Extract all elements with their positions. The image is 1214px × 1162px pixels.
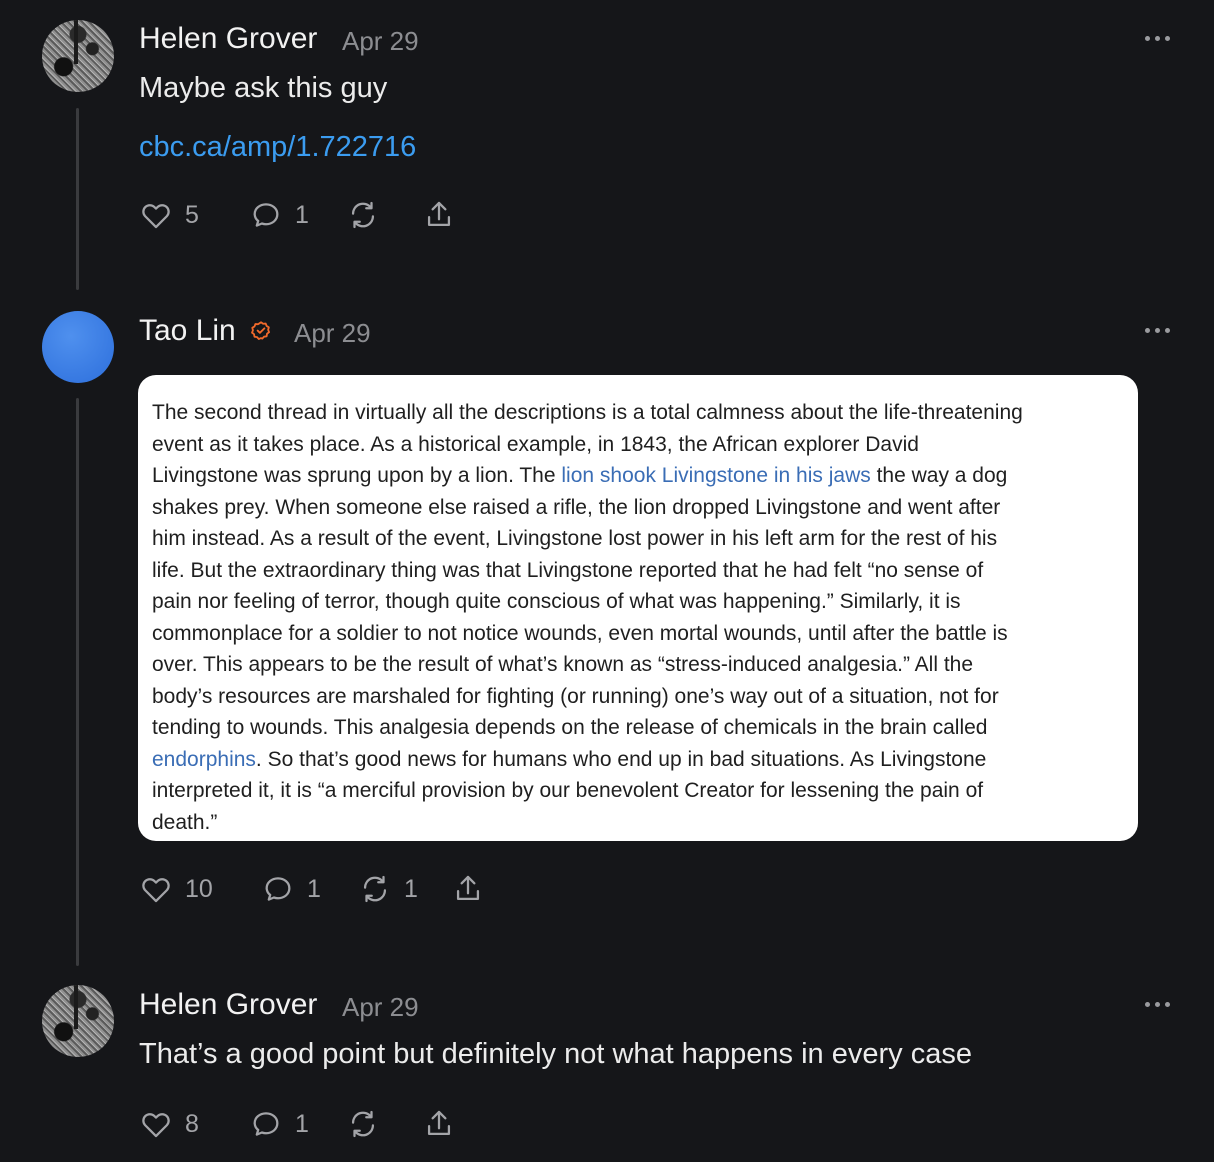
- quote-line: life. But the extraordinary thing was th…: [152, 555, 1124, 587]
- heart-icon: [142, 878, 170, 903]
- quote-line: commonplace for a soldier to not notice …: [152, 618, 1124, 650]
- quote-text: him instead. As a result of the event, L…: [152, 527, 998, 550]
- quote-text: commonplace for a soldier to not notice …: [152, 621, 1008, 645]
- comment-icon: [253, 203, 279, 227]
- restack-button[interactable]: [346, 198, 380, 232]
- avatar[interactable]: [42, 311, 114, 383]
- comment-icon: [253, 1112, 279, 1136]
- comment-button[interactable]: 1: [249, 1107, 309, 1141]
- quote-line: body’s resources are marshaled for fight…: [152, 681, 1124, 713]
- share-icon: [427, 201, 451, 227]
- quote-text: interpreted it, it is “a merciful provis…: [152, 779, 984, 802]
- comment-button[interactable]: 1: [261, 872, 321, 906]
- author-name[interactable]: Helen Grover: [139, 990, 317, 1020]
- quote-line: death.”: [152, 807, 1124, 839]
- comment-text: Maybe ask this guy: [139, 72, 388, 104]
- share-button[interactable]: [422, 1107, 456, 1141]
- restack-icon: [351, 1110, 375, 1138]
- quote-line: endorphins. So that’s good news for huma…: [152, 744, 1124, 776]
- comment-button[interactable]: 1: [249, 198, 309, 232]
- quote-link[interactable]: endorphins: [152, 748, 256, 771]
- quote-text: over. This appears to be the result of w…: [152, 653, 974, 676]
- thread-connector: [76, 398, 79, 966]
- quote-line: event as it takes place. As a historical…: [152, 429, 1124, 461]
- restack-button[interactable]: [346, 1107, 380, 1141]
- heart-icon: [142, 204, 170, 229]
- comment-link[interactable]: cbc.ca/amp/1.722716: [139, 133, 416, 162]
- like-count: 8: [185, 1109, 199, 1138]
- quote-line: Livingstone was sprung upon by a lion. T…: [152, 460, 1124, 492]
- quote-text: pain nor feeling of terror, though quite…: [152, 590, 961, 613]
- restack-count: 1: [404, 874, 418, 903]
- share-icon: [456, 875, 480, 901]
- quote-line: interpreted it, it is “a merciful provis…: [152, 775, 1124, 807]
- restack-button[interactable]: 1: [358, 872, 418, 906]
- quote-text: . So that’s good news for humans who end…: [255, 747, 987, 771]
- quote-text: death.”: [152, 810, 218, 834]
- avatar[interactable]: [42, 985, 114, 1057]
- like-button[interactable]: 10: [139, 872, 213, 906]
- like-button[interactable]: 8: [139, 1107, 199, 1141]
- quote-text: body’s resources are marshaled for fight…: [152, 684, 999, 708]
- restack-icon: [363, 875, 387, 903]
- post-date[interactable]: Apr 29: [294, 320, 371, 346]
- quote-line: over. This appears to be the result of w…: [152, 649, 1124, 681]
- quote-text: life. But the extraordinary thing was th…: [152, 558, 984, 582]
- quote-text: the way a dog: [870, 464, 1008, 487]
- more-icon[interactable]: [1143, 36, 1173, 44]
- avatar[interactable]: [42, 20, 114, 92]
- quote-text: Livingstone was sprung upon by a lion. T…: [152, 464, 562, 487]
- like-button[interactable]: 5: [139, 198, 199, 232]
- quote-line: shakes prey. When someone else raised a …: [152, 492, 1124, 524]
- quote-text: shakes prey. When someone else raised a …: [152, 495, 1001, 519]
- comment-count: 1: [295, 200, 309, 229]
- quote-card: The second thread in virtually all the d…: [138, 375, 1138, 841]
- author-name[interactable]: Helen Grover: [139, 24, 317, 54]
- quote-text: event as it takes place. As a historical…: [152, 432, 919, 456]
- quote-text: The second thread in virtually all the d…: [152, 401, 1023, 424]
- quote-line: him instead. As a result of the event, L…: [152, 523, 1124, 555]
- comment-count: 1: [295, 1109, 309, 1138]
- like-count: 5: [185, 200, 199, 229]
- more-icon[interactable]: [1143, 1002, 1173, 1010]
- quote-line: pain nor feeling of terror, though quite…: [152, 586, 1124, 618]
- more-icon[interactable]: [1143, 328, 1173, 336]
- share-icon: [427, 1110, 451, 1136]
- quote-line: tending to wounds. This analgesia depend…: [152, 712, 1124, 744]
- author-name[interactable]: Tao Lin: [139, 316, 236, 346]
- post-date[interactable]: Apr 29: [342, 28, 419, 54]
- share-button[interactable]: [451, 872, 485, 906]
- post-date[interactable]: Apr 29: [342, 994, 419, 1020]
- thread-connector: [76, 108, 79, 290]
- comment-thread: Helen Grover Apr 29 Maybe ask this guy c…: [0, 0, 1214, 1162]
- share-button[interactable]: [422, 198, 456, 232]
- restack-icon: [351, 201, 375, 229]
- comment-text: That’s a good point but definitely not w…: [139, 1038, 972, 1070]
- comment-icon: [265, 877, 291, 901]
- verified-badge-icon: [251, 321, 270, 340]
- quote-line: The second thread in virtually all the d…: [152, 397, 1124, 429]
- like-count: 10: [185, 874, 213, 903]
- comment-count: 1: [307, 874, 321, 903]
- quote-link[interactable]: lion shook Livingstone in his jaws: [561, 464, 870, 487]
- quote-text: tending to wounds. This analgesia depend…: [152, 716, 988, 739]
- heart-icon: [142, 1113, 170, 1138]
